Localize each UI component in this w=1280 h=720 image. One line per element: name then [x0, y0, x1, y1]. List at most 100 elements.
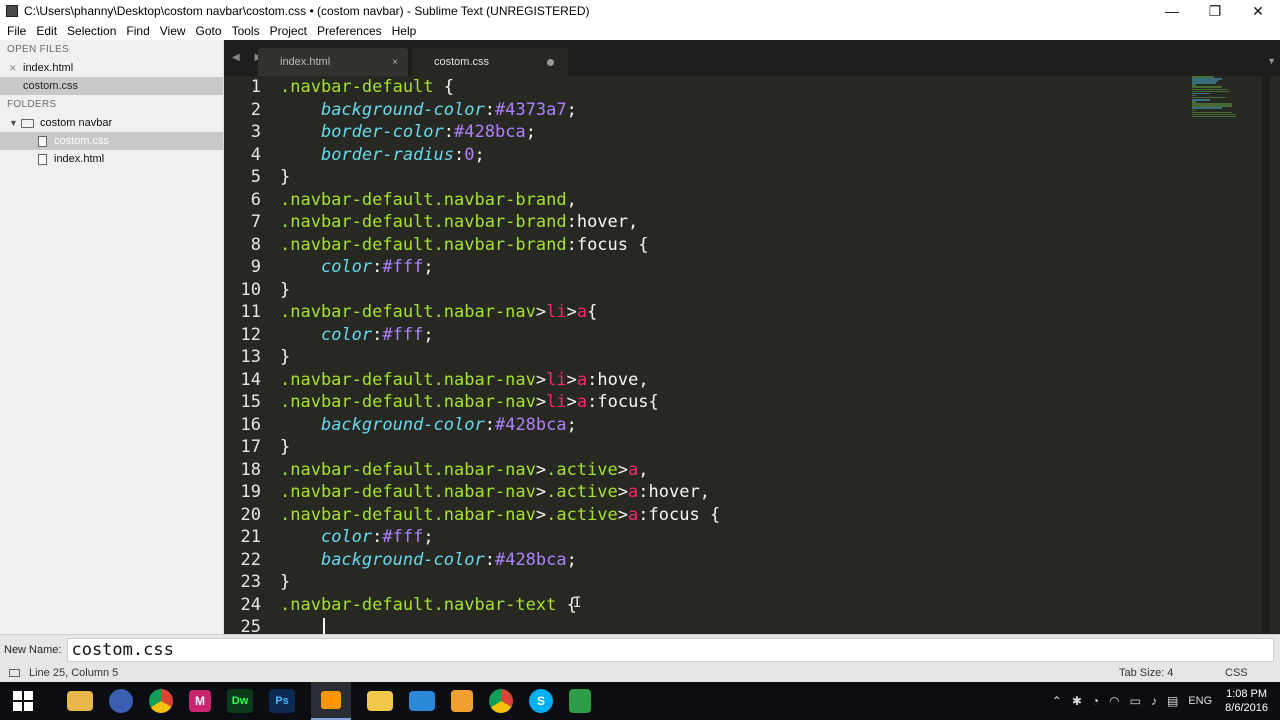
notifications-icon[interactable]: ▤ [1167, 694, 1178, 708]
chrome-icon[interactable] [149, 689, 173, 713]
unsaved-dot-icon[interactable] [547, 58, 554, 66]
css-tag: a [628, 459, 639, 480]
battery-icon[interactable]: ▭ [1130, 694, 1141, 708]
css-tag: li [546, 392, 567, 412]
folder-taskbar-icon[interactable] [367, 691, 393, 711]
code-line: } [280, 167, 291, 187]
language-indicator[interactable]: ENG [1188, 695, 1212, 707]
volume-icon[interactable]: ♪ [1151, 694, 1157, 708]
close-window-button[interactable]: ✕ [1236, 0, 1280, 22]
maximize-button[interactable]: ❐ [1193, 0, 1237, 22]
menu-bar: File Edit Selection Find View Goto Tools… [0, 22, 1280, 40]
folder-file-index-html[interactable]: index.html [0, 150, 223, 168]
paint-app-icon[interactable] [109, 689, 133, 713]
menu-edit[interactable]: Edit [31, 24, 62, 38]
css-property: color [320, 257, 373, 277]
chrome-2-icon[interactable] [489, 689, 513, 713]
code-line: .navbar-default.navbar-brand:focus { [280, 234, 649, 255]
tab-index-html[interactable]: index.html × [258, 48, 408, 76]
css-pseudo-class: focus [648, 504, 700, 525]
notepad-icon[interactable] [569, 689, 591, 713]
photoshop-icon[interactable]: Ps [269, 689, 295, 713]
file-explorer-icon[interactable] [67, 691, 93, 711]
code-line: } [280, 279, 291, 300]
open-file-costom-css[interactable]: costom.css [0, 77, 223, 95]
media-player-icon[interactable] [451, 690, 473, 712]
sublime-app-icon [6, 5, 18, 17]
open-file-index-html[interactable]: ✕ index.html [0, 59, 223, 77]
settings-tray-icon[interactable]: ✱ [1072, 694, 1082, 708]
dreamweaver-icon[interactable]: Dw [227, 689, 253, 713]
css-property: color [320, 324, 373, 345]
line-number: 13 [240, 347, 261, 367]
show-hidden-icons-icon[interactable]: ⌃ [1052, 694, 1062, 708]
folder-file-costom-css[interactable]: costom.css [0, 132, 223, 150]
menu-tools[interactable]: Tools [227, 24, 265, 38]
folder-file-label: costom.css [54, 135, 110, 147]
line-number: 11 [240, 302, 261, 322]
folder-costom-navbar[interactable]: ▼ costom navbar [0, 114, 223, 132]
code-line: border-color:#428bca; [320, 122, 536, 142]
code-lines[interactable]: .navbar-default { background-color:#4373… [280, 76, 720, 634]
m-app-icon[interactable]: M [189, 690, 211, 712]
sublime-text-taskbar-icon[interactable] [311, 682, 351, 720]
css-pseudo-class: hover [648, 482, 700, 502]
new-name-input[interactable] [67, 637, 1275, 662]
css-property: border-color [320, 122, 444, 142]
code-line: .navbar-default.nabar-nav>li>a{ [280, 302, 598, 322]
minimize-button[interactable]: — [1150, 0, 1194, 22]
css-tag: a [628, 504, 639, 525]
network-icon[interactable]: ◔ [1092, 694, 1099, 708]
css-property: background-color [320, 414, 485, 435]
open-file-label: costom.css [23, 80, 79, 92]
taskbar: M Dw Ps S ⌃ ✱ ◔ ◠ ▭ ♪ ▤ ENG 1:08 PM 8/6/… [0, 682, 1280, 720]
menu-view[interactable]: View [155, 24, 191, 38]
menu-selection[interactable]: Selection [62, 24, 121, 38]
tab-dropdown-icon[interactable]: ▼ [1267, 56, 1276, 66]
rename-panel: New Name: [0, 634, 1280, 664]
tab-costom-css[interactable]: costom.css [412, 48, 568, 76]
menu-preferences[interactable]: Preferences [312, 24, 387, 38]
menu-goto[interactable]: Goto [191, 24, 227, 38]
menu-file[interactable]: File [2, 24, 31, 38]
code-line: background-color:#428bca; [320, 414, 577, 435]
window-app-icon[interactable] [409, 691, 435, 711]
menu-project[interactable]: Project [265, 24, 312, 38]
syntax-indicator[interactable]: CSS [1225, 667, 1248, 679]
new-name-label: New Name: [4, 643, 62, 656]
code-line: .navbar-default.navbar-brand:hover, [280, 212, 639, 232]
code-line: .navbar-default.nabar-nav>li>a:hove, [280, 369, 649, 390]
code-line: .navbar-default.nabar-nav>.active>a:hove… [280, 482, 710, 502]
css-class: .active [546, 482, 618, 502]
line-number: 17 [240, 437, 261, 457]
css-tag: a [576, 369, 588, 390]
expand-triangle-icon[interactable]: ▼ [9, 114, 21, 132]
skype-icon[interactable]: S [529, 689, 553, 713]
tab-close-icon[interactable]: × [392, 57, 398, 68]
line-number: 7 [250, 212, 261, 232]
css-selector: .navbar-default.nabar-nav [280, 504, 536, 525]
start-button[interactable] [13, 691, 33, 711]
css-class: .active [546, 459, 618, 480]
menu-help[interactable]: Help [387, 24, 422, 38]
vertical-scrollbar[interactable] [1262, 76, 1270, 634]
clock[interactable]: 1:08 PM 8/6/2016 [1225, 687, 1268, 715]
folder-label: costom navbar [40, 117, 113, 129]
open-files-header: OPEN FILES [7, 44, 69, 55]
css-value: #fff [382, 527, 424, 547]
css-pseudo-class: hove [597, 369, 639, 390]
code-editor[interactable]: 1 2 3 4 5 6 7 8 9 10 11 12 13 14 15 16 1… [224, 76, 1270, 634]
wifi-icon[interactable]: ◠ [1109, 694, 1119, 708]
menu-find[interactable]: Find [121, 24, 154, 38]
window-title: C:\Users\phanny\Desktop\costom navbar\co… [24, 4, 590, 18]
css-value: #428bca [494, 414, 567, 435]
clock-date: 8/6/2016 [1225, 702, 1268, 714]
line-number: 23 [240, 572, 261, 592]
panel-toggle-icon[interactable] [9, 669, 20, 677]
close-file-icon[interactable]: ✕ [9, 59, 23, 77]
css-value: #428bca [494, 549, 567, 570]
tab-size-indicator[interactable]: Tab Size: 4 [1119, 667, 1173, 679]
code-line [280, 616, 720, 634]
tab-label: index.html [280, 56, 331, 68]
minimap[interactable] [1192, 76, 1240, 124]
